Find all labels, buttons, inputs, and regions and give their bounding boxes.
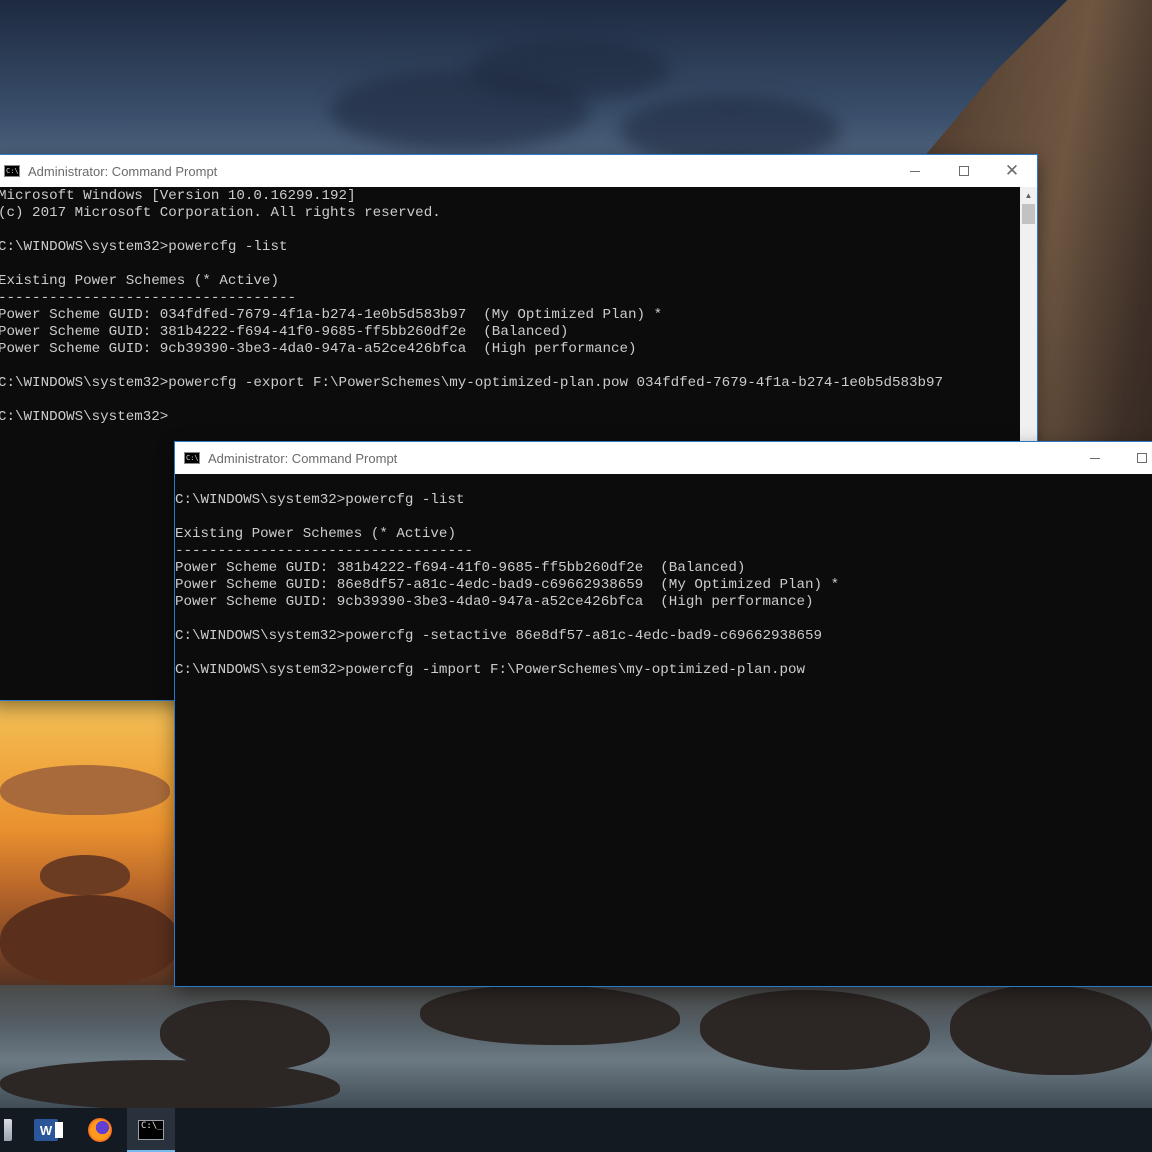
console-line: Power Scheme GUID: 9cb39390-3be3-4da0-94… xyxy=(175,594,814,610)
console-line: Power Scheme GUID: 034fdfed-7679-4f1a-b2… xyxy=(0,307,663,323)
console-line: C:\WINDOWS\system32>powercfg -setactive … xyxy=(175,628,823,644)
console-line: ----------------------------------- xyxy=(175,543,473,559)
scroll-up-arrow-icon[interactable]: ▲ xyxy=(1020,187,1037,204)
cmd-icon: C:\ xyxy=(4,165,20,177)
maximize-icon xyxy=(1137,453,1147,463)
scrollbar-thumb[interactable] xyxy=(1022,204,1035,224)
console-line: Power Scheme GUID: 381b4222-f694-41f0-96… xyxy=(175,560,746,576)
console-line: Power Scheme GUID: 86e8df57-a81c-4edc-ba… xyxy=(175,577,840,593)
console-line: C:\WINDOWS\system32>powercfg -list xyxy=(0,239,288,255)
console-line: C:\WINDOWS\system32>powercfg -import F:\… xyxy=(175,662,806,678)
taskbar-firefox[interactable] xyxy=(76,1108,124,1152)
maximize-icon xyxy=(959,166,969,176)
minimize-button[interactable] xyxy=(892,155,938,187)
taskbar-word[interactable]: W xyxy=(22,1108,70,1152)
sunset-inset xyxy=(0,695,180,995)
command-prompt-icon: C:\_ xyxy=(138,1120,164,1140)
firefox-icon xyxy=(88,1118,112,1142)
title-bar[interactable]: C:\ Administrator: Command Prompt xyxy=(175,442,1152,474)
console-line: Power Scheme GUID: 381b4222-f694-41f0-96… xyxy=(0,324,569,340)
maximize-button[interactable] xyxy=(1119,442,1152,474)
minimize-icon xyxy=(910,170,920,172)
console-line: C:\WINDOWS\system32> xyxy=(0,409,169,425)
maximize-button[interactable] xyxy=(941,155,987,187)
console-line: Microsoft Windows [Version 10.0.16299.19… xyxy=(0,188,356,204)
close-icon: ✕ xyxy=(1004,160,1020,181)
taskbar-command-prompt[interactable]: C:\_ xyxy=(127,1108,175,1152)
console-output[interactable]: C:\WINDOWS\system32>powercfg -list Exist… xyxy=(175,474,1152,986)
cmd-icon: C:\ xyxy=(184,452,200,464)
console-line: Power Scheme GUID: 9cb39390-3be3-4da0-94… xyxy=(0,341,637,357)
window-title: Administrator: Command Prompt xyxy=(28,163,218,179)
console-line: Existing Power Schemes (* Active) xyxy=(0,273,279,289)
taskbar: W C:\_ xyxy=(0,1108,1152,1152)
command-prompt-window-front[interactable]: C:\ Administrator: Command Prompt C:\WIN… xyxy=(175,442,1152,986)
console-line: C:\WINDOWS\system32>powercfg -list xyxy=(175,492,465,508)
console-line: (c) 2017 Microsoft Corporation. All righ… xyxy=(0,205,441,221)
word-icon: W xyxy=(34,1119,63,1141)
word-icon-letter: W xyxy=(39,1122,53,1138)
minimize-icon xyxy=(1090,457,1100,459)
close-button[interactable]: ✕ xyxy=(989,155,1035,187)
minimize-button[interactable] xyxy=(1072,442,1118,474)
window-title: Administrator: Command Prompt xyxy=(208,450,398,466)
title-bar[interactable]: C:\ Administrator: Command Prompt ✕ xyxy=(0,155,1037,187)
console-line: C:\WINDOWS\system32>powercfg -export F:\… xyxy=(0,375,944,391)
command-prompt-icon-text: C:\_ xyxy=(141,1121,163,1131)
file-explorer-icon xyxy=(4,1119,12,1141)
console-line: ----------------------------------- xyxy=(0,290,296,306)
console-line: Existing Power Schemes (* Active) xyxy=(175,526,456,542)
